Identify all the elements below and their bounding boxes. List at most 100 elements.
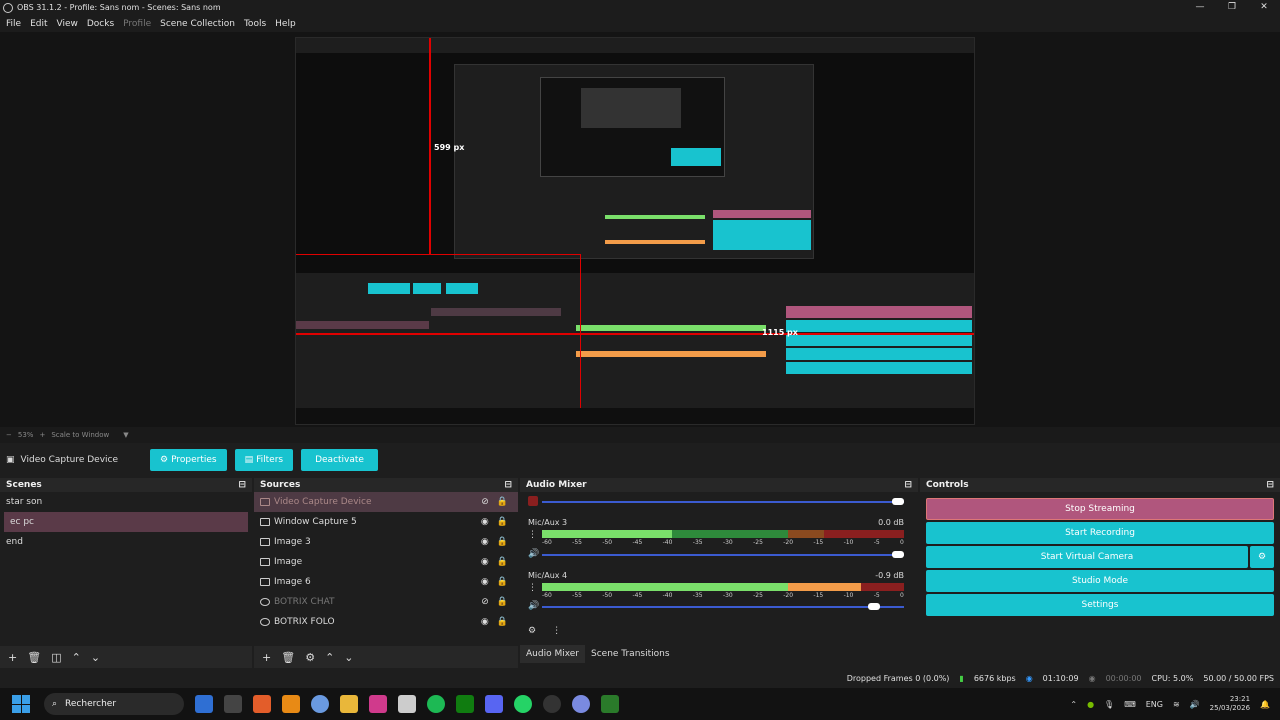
add-icon[interactable]: + [262, 651, 271, 664]
chevron-down-icon[interactable]: ▼ [123, 431, 128, 439]
notification-icon[interactable]: 🔔 [1260, 700, 1270, 709]
program-preview[interactable]: 599 px 1115 px [295, 37, 975, 425]
close-button[interactable]: ✕ [1248, 0, 1280, 15]
add-icon[interactable]: + [8, 651, 17, 664]
source-item-selected[interactable]: Video Capture Device ⊘ 🔒 [254, 492, 518, 512]
undock-icon[interactable]: ⊟ [238, 480, 246, 490]
xbox-icon[interactable] [456, 695, 474, 713]
whatsapp-icon[interactable] [514, 695, 532, 713]
tab-scene-transitions[interactable]: Scene Transitions [585, 645, 676, 663]
zoom-out-button[interactable]: − [6, 431, 12, 439]
more-icon[interactable]: ⋮ [552, 626, 561, 636]
properties-button[interactable]: ⚙ Properties [150, 449, 227, 471]
clock[interactable]: 23:21 25/03/2026 [1210, 695, 1250, 713]
filter-icon[interactable]: ◫ [51, 651, 61, 664]
spotify-icon[interactable] [427, 695, 445, 713]
source-item[interactable]: BOTRIX CHAT ⊘ 🔒 [254, 592, 518, 612]
deactivate-button[interactable]: Deactivate [301, 449, 378, 471]
advanced-audio-icon[interactable]: ⚙ [528, 626, 536, 636]
menu-profile[interactable]: Profile [123, 19, 151, 29]
lock-icon[interactable]: 🔒 [497, 537, 508, 547]
menu-help[interactable]: Help [275, 19, 296, 29]
undock-icon[interactable]: ⊟ [504, 480, 512, 490]
minimize-button[interactable]: — [1184, 0, 1216, 15]
source-item[interactable]: Image 3 ◉ 🔒 [254, 532, 518, 552]
speaker-icon[interactable]: 🔊 [528, 549, 539, 559]
lock-icon[interactable]: 🔒 [497, 577, 508, 587]
gear-icon[interactable]: ⚙ [1250, 546, 1274, 568]
mic-icon[interactable]: 🎙 [1104, 700, 1114, 709]
eye-hidden-icon[interactable]: ⊘ [481, 597, 489, 607]
defender-icon[interactable] [195, 695, 213, 713]
store-icon[interactable] [224, 695, 242, 713]
taskbar-search[interactable]: ⌕ Rechercher [44, 693, 184, 715]
zoom-in-button[interactable]: + [39, 431, 45, 439]
eye-icon[interactable]: ◉ [481, 557, 489, 567]
chrome-profile-icon[interactable] [572, 695, 590, 713]
undock-icon[interactable]: ⊟ [1266, 480, 1274, 490]
source-item[interactable]: Window Capture 5 ◉ 🔒 [254, 512, 518, 532]
trash-icon[interactable]: 🗑 [281, 651, 295, 664]
scene-item-selected[interactable]: ec pc [4, 512, 248, 532]
eye-icon[interactable]: ◉ [481, 577, 489, 587]
settings-button[interactable]: Settings [926, 594, 1274, 616]
windows-start-icon[interactable] [12, 695, 30, 713]
keyboard-icon[interactable]: ⌨ [1124, 700, 1136, 709]
source-item[interactable]: BOTRIX FOLO ◉ 🔒 [254, 612, 518, 632]
source-item[interactable]: Image ◉ 🔒 [254, 552, 518, 572]
eye-icon[interactable]: ◉ [481, 617, 489, 627]
wifi-icon[interactable]: ≋ [1173, 700, 1180, 709]
brave-icon[interactable] [253, 695, 271, 713]
app-icon[interactable] [601, 695, 619, 713]
lock-icon[interactable]: 🔒 [497, 517, 508, 527]
menu-docks[interactable]: Docks [87, 19, 114, 29]
instagram-icon[interactable] [369, 695, 387, 713]
studio-mode-button[interactable]: Studio Mode [926, 570, 1274, 592]
lock-icon[interactable]: 🔒 [497, 617, 508, 627]
zoom-mode[interactable]: Scale to Window [51, 431, 109, 439]
lock-icon[interactable]: 🔒 [497, 557, 508, 567]
scene-item[interactable]: end [0, 532, 252, 552]
more-icon[interactable]: ⋮ [528, 583, 537, 593]
nvidia-icon[interactable]: ● [1087, 700, 1094, 709]
start-virtual-camera-button[interactable]: Start Virtual Camera [926, 546, 1248, 568]
lock-icon[interactable]: 🔒 [497, 497, 508, 507]
speaker-icon[interactable]: 🔊 [528, 601, 539, 611]
volume-slider[interactable] [542, 603, 904, 610]
language[interactable]: ENG [1146, 700, 1163, 709]
filters-button[interactable]: ▤ Filters [234, 449, 294, 471]
slider-handle[interactable] [892, 498, 904, 505]
trash-icon[interactable]: 🗑 [27, 651, 41, 664]
scene-item[interactable]: star son [0, 492, 252, 512]
arrow-down-icon[interactable]: ⌄ [344, 651, 353, 664]
discord-icon[interactable] [485, 695, 503, 713]
start-recording-button[interactable]: Start Recording [926, 522, 1274, 544]
slider-handle[interactable] [892, 551, 904, 558]
menu-view[interactable]: View [57, 19, 78, 29]
menu-scene-collection[interactable]: Scene Collection [160, 19, 235, 29]
eye-icon[interactable]: ◉ [481, 517, 489, 527]
volume-icon[interactable]: 🔊 [1190, 700, 1200, 709]
vlc-icon[interactable] [282, 695, 300, 713]
tab-audio-mixer[interactable]: Audio Mixer [520, 645, 585, 663]
eye-hidden-icon[interactable]: ⊘ [481, 497, 489, 507]
arrow-up-icon[interactable]: ⌃ [72, 651, 81, 664]
more-icon[interactable]: ⋮ [528, 530, 537, 540]
source-item[interactable]: Image 6 ◉ 🔒 [254, 572, 518, 592]
arrow-down-icon[interactable]: ⌄ [91, 651, 100, 664]
folder-icon[interactable] [340, 695, 358, 713]
eye-icon[interactable]: ◉ [481, 537, 489, 547]
lock-icon[interactable]: 🔒 [497, 597, 508, 607]
selection-bounding-box[interactable] [296, 254, 581, 424]
slider-handle[interactable] [868, 603, 880, 610]
volume-slider[interactable] [542, 551, 904, 558]
maximize-button[interactable]: ❐ [1216, 0, 1248, 15]
stop-streaming-button[interactable]: Stop Streaming [926, 498, 1274, 520]
menu-edit[interactable]: Edit [30, 19, 47, 29]
undock-icon[interactable]: ⊟ [904, 480, 912, 490]
volume-slider[interactable] [542, 498, 904, 505]
menu-tools[interactable]: Tools [244, 19, 266, 29]
gear-icon[interactable]: ⚙ [305, 651, 315, 664]
menu-file[interactable]: File [6, 19, 21, 29]
chevron-up-icon[interactable]: ⌃ [1070, 700, 1077, 709]
